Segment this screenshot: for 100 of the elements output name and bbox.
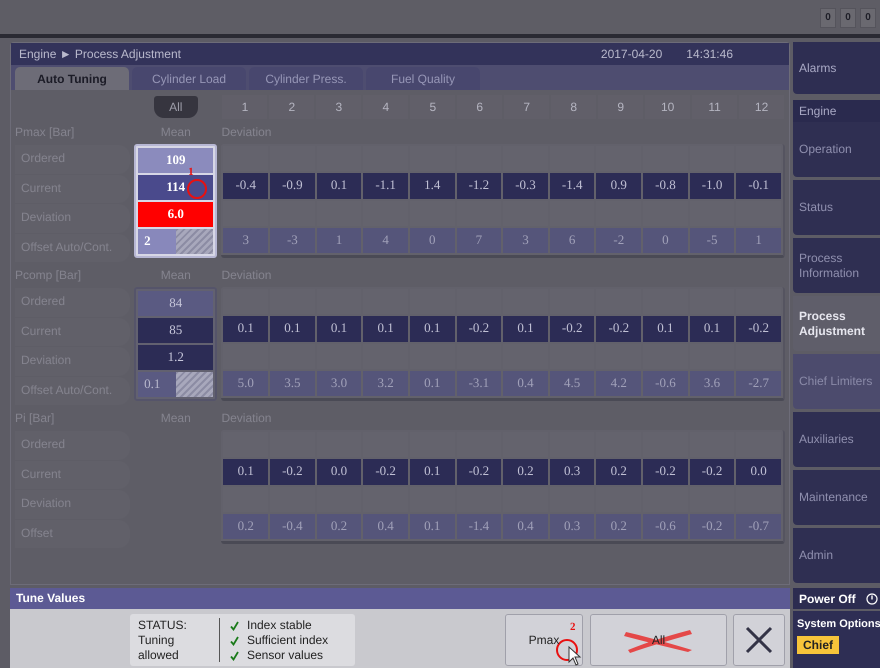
mean-value: 1.2 [138,345,214,370]
offset-value: 0.1 [410,370,455,396]
cursor-icon [568,646,582,666]
breadcrumb: Engine ► Process Adjustment [19,46,182,63]
current-value: -0.2 [363,459,408,484]
offset-value: 0 [643,228,688,253]
hatched-area [176,229,214,254]
current-value: 0.1 [363,316,408,342]
power-off-label: Power Off [799,590,856,608]
current-value: 0.1 [316,316,362,342]
current-value: 0.1 [503,316,548,342]
current-value: -0.2 [270,459,315,484]
mean-value: 85 [138,318,214,343]
current-value: 0.1 [270,316,315,342]
tab[interactable]: Cylinder Press. [249,67,363,90]
sidebar-item[interactable]: Process Information [793,238,880,293]
check-label: Sufficient index [247,633,328,648]
offset-value: -0.6 [643,514,688,539]
offset-value: 3.2 [363,370,408,396]
offset-value: -2 [596,228,642,253]
current-value: 0.1 [410,459,455,484]
sidebar-item[interactable]: Auxiliaries [793,412,880,467]
offset-value: 0 [410,228,455,253]
offset-value: 0.1 [410,514,455,539]
tab[interactable]: Cylinder Load [132,67,246,90]
offset-value: 3.5 [270,370,315,396]
current-value: -0.9 [270,173,315,198]
offset-value: -1.4 [456,514,502,539]
current-value: -0.2 [643,459,688,484]
sidebar-item[interactable]: Alarms [793,42,880,94]
current-value: 1.4 [410,173,455,198]
offset-value: 0.2 [596,514,642,539]
current-value: -0.8 [643,173,688,198]
sidebar-item[interactable]: Admin [793,528,880,583]
annotation-number: 2 [570,620,576,635]
offset-value: -3.1 [456,370,502,396]
offset-value: 0.4 [363,514,408,539]
offset-value: 4 [363,228,408,253]
alarm-counter: 0 [820,8,836,28]
offset-value: 5.0 [223,370,268,396]
status-text: Tuning allowed [138,633,180,663]
offset-value: 0.4 [503,370,548,396]
hatched-area [176,372,214,397]
current-value: -0.3 [503,173,548,198]
current-value: -1.0 [690,173,734,198]
mean-value: 0.1 [138,372,176,397]
all-button[interactable]: All [154,96,198,118]
sidebar-item[interactable]: Maintenance [793,470,880,525]
offset-value: -0.6 [643,370,688,396]
offset-value: -0.7 [736,514,781,539]
current-value: 0.1 [690,316,734,342]
sidebar-item[interactable]: Status [793,180,880,235]
current-value: 0.1 [643,316,688,342]
offset-value: 6 [550,228,594,253]
offset-value: 1 [736,228,781,253]
offset-value: -2.7 [736,370,781,396]
time-text: 14:31:46 [686,46,733,63]
offset-value: 0.3 [550,514,594,539]
offset-value: 0.2 [223,514,268,539]
current-value: 0.1 [316,173,362,198]
mean-value: 84 [138,291,214,316]
sidebar-item[interactable]: Process Adjustment [793,296,880,351]
alarm-counter: 0 [840,8,856,28]
mean-value: 6.0 [138,202,214,227]
status-heading: STATUS: [138,618,188,633]
power-icon[interactable] [866,592,878,604]
current-value: -0.2 [596,316,642,342]
mean-value: 114 [138,175,214,200]
tab[interactable]: Fuel Quality [366,67,480,90]
tab[interactable]: Auto Tuning [15,67,129,90]
current-value: 0.1 [223,316,268,342]
offset-value: 3 [503,228,548,253]
sidebar-item[interactable]: Operation [793,122,880,177]
current-value: 0.1 [410,316,455,342]
close-icon [744,625,774,655]
current-value: -1.1 [363,173,408,198]
alarm-counter: 0 [860,8,876,28]
offset-value: -0.4 [270,514,315,539]
current-value: 0.0 [316,459,362,484]
current-value: 0.9 [596,173,642,198]
offset-value: 1 [316,228,362,253]
offset-value: 7 [456,228,502,253]
current-value: -0.2 [550,316,594,342]
current-value: -1.2 [456,173,502,198]
offset-value: -3 [270,228,315,253]
current-value: -0.2 [736,316,781,342]
offset-value: 0.4 [503,514,548,539]
offset-value: 0.2 [316,514,362,539]
offset-value: -5 [690,228,734,253]
offset-value: 3 [223,228,268,253]
current-value: 0.0 [736,459,781,484]
offset-value: -0.2 [690,514,734,539]
offset-value: 4.5 [550,370,594,396]
close-button[interactable] [733,614,785,666]
current-value: 0.2 [596,459,642,484]
pmax-button[interactable]: Pmax 2 [505,614,583,666]
current-value: -0.2 [456,459,502,484]
role-badge: Chief [797,636,839,654]
mean-value: 109 1 [138,148,214,173]
current-value: -0.2 [690,459,734,484]
